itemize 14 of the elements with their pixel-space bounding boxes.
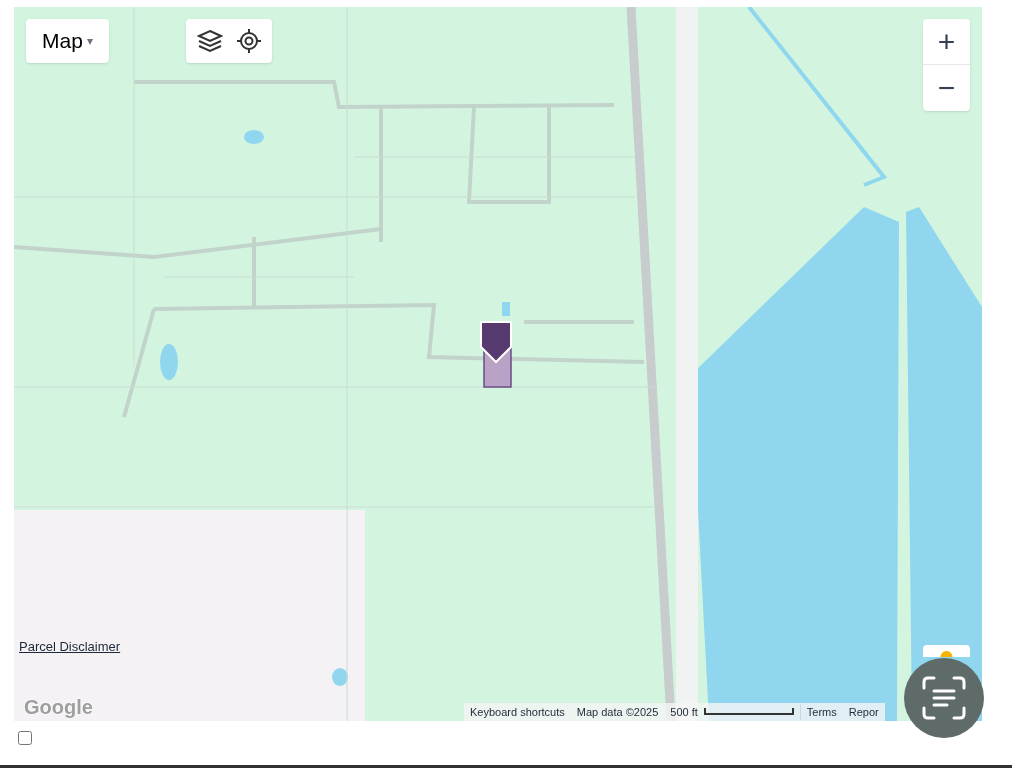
report-link[interactable]: Repor — [842, 703, 885, 721]
google-logo: Google — [24, 695, 93, 720]
parcel-disclaimer-link[interactable]: Parcel Disclaimer — [19, 637, 121, 657]
terms-link[interactable]: Terms — [799, 703, 843, 721]
map-type-button[interactable]: Map ▾ — [26, 19, 109, 63]
locate-icon[interactable] — [235, 28, 262, 54]
scan-text-icon — [921, 675, 967, 721]
keyboard-shortcuts-link[interactable]: Keyboard shortcuts — [464, 703, 571, 721]
zoom-in-button[interactable]: + — [923, 19, 970, 65]
layers-icon[interactable] — [196, 28, 223, 54]
checkbox[interactable] — [18, 730, 32, 745]
map-data-text: Map data ©2025 — [575, 704, 660, 720]
zoom-out-button[interactable]: − — [923, 65, 970, 111]
scale-label: 500 ft — [669, 704, 698, 720]
